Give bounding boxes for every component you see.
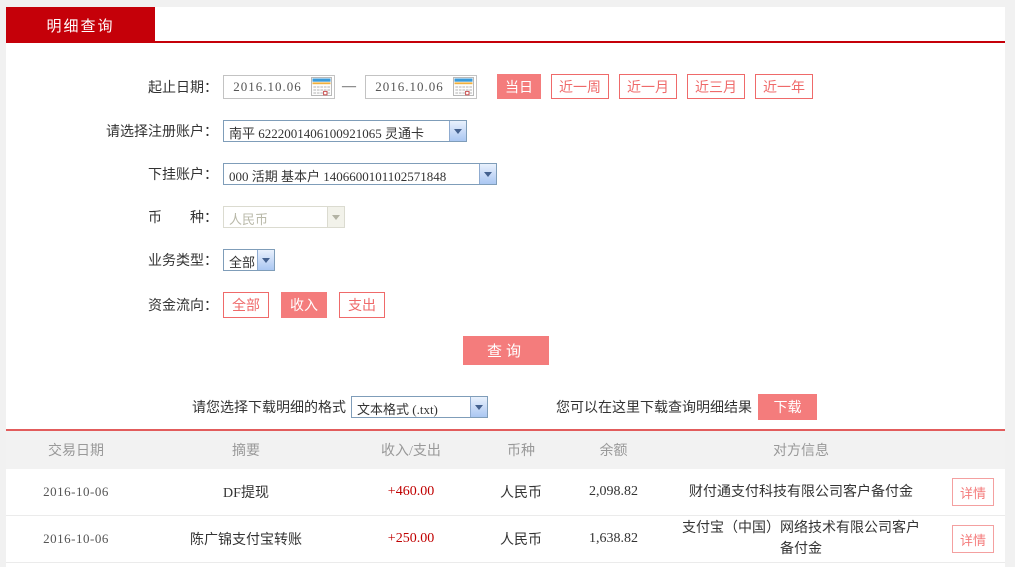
- counterparty-text: 支付宝（中国）网络技术有限公司客户备付金: [676, 518, 926, 560]
- query-form: 起止日期： 2016.10.06: [6, 43, 1005, 420]
- cell-currency: 人民币: [476, 529, 566, 549]
- sub-account-value: 000 活期 基本户 1406600101102571848: [224, 164, 479, 184]
- range-quarter-button[interactable]: 近三月: [687, 74, 745, 99]
- start-date-input[interactable]: 2016.10.06: [223, 75, 335, 99]
- cell-currency: 人民币: [476, 482, 566, 502]
- table-row: 2016-10-06 陈广锦支付宝转账 +250.00 人民币 1,638.82…: [6, 516, 1005, 563]
- end-date-input[interactable]: 2016.10.06: [365, 75, 477, 99]
- range-week-button[interactable]: 近一周: [551, 74, 609, 99]
- registered-account-label: 请选择注册账户：: [6, 121, 218, 141]
- registered-account-row: 请选择注册账户： 南平 6222001406100921065 灵通卡: [6, 120, 1005, 142]
- date-separator: —: [342, 79, 356, 95]
- detail-button[interactable]: 详情: [952, 478, 994, 506]
- cell-counterparty: 财付通支付科技有限公司客户备付金: [661, 482, 941, 503]
- fund-flow-label: 资金流向：: [6, 295, 218, 315]
- col-header-counterparty: 对方信息: [661, 440, 941, 460]
- cell-summary: DF提现: [146, 482, 346, 502]
- flow-all-button[interactable]: 全部: [223, 292, 269, 318]
- business-type-select[interactable]: 全部: [223, 249, 275, 271]
- cell-date: 2016-10-06: [6, 531, 146, 547]
- range-today-button[interactable]: 当日: [497, 74, 541, 99]
- calendar-icon[interactable]: [311, 77, 332, 96]
- table-row: 2016-10-06 DF提现 +460.00 人民币 2,098.82 财付通…: [6, 469, 1005, 516]
- registered-account-select[interactable]: 南平 6222001406100921065 灵通卡: [223, 120, 467, 142]
- col-header-date: 交易日期: [6, 440, 146, 460]
- detail-button[interactable]: 详情: [952, 525, 994, 553]
- col-header-summary: 摘要: [146, 440, 346, 460]
- start-date-value: 2016.10.06: [224, 79, 311, 95]
- sub-account-select[interactable]: 000 活期 基本户 1406600101102571848: [223, 163, 497, 185]
- cell-summary: 陈广锦支付宝转账: [146, 529, 346, 549]
- chevron-down-icon: [470, 397, 487, 417]
- calendar-icon[interactable]: [453, 77, 474, 96]
- page: 明细查询 起止日期： 2016.10.06: [0, 0, 1015, 567]
- currency-value: 人民币: [224, 207, 327, 227]
- download-format-label: 请您选择下载明细的格式: [192, 397, 346, 417]
- results-table: 交易日期 摘要 收入/支出 币种 余额 对方信息 2016-10-06 DF提现…: [6, 429, 1005, 563]
- cell-date: 2016-10-06: [6, 484, 146, 500]
- counterparty-text: 财付通支付科技有限公司客户备付金: [689, 482, 913, 503]
- cell-amount: +460.00: [346, 484, 476, 500]
- tab-bar: 明细查询: [6, 7, 1005, 43]
- flow-expense-button[interactable]: 支出: [339, 292, 385, 318]
- currency-label: 币 种：: [6, 207, 218, 227]
- table-header-row: 交易日期 摘要 收入/支出 币种 余额 对方信息: [6, 431, 1005, 469]
- currency-select: 人民币: [223, 206, 345, 228]
- main-panel: 明细查询 起止日期： 2016.10.06: [6, 7, 1005, 567]
- business-type-row: 业务类型： 全部: [6, 249, 1005, 271]
- range-month-button[interactable]: 近一月: [619, 74, 677, 99]
- registered-account-value: 南平 6222001406100921065 灵通卡: [224, 121, 449, 141]
- tab-detail-query[interactable]: 明细查询: [6, 7, 155, 43]
- business-type-value: 全部: [224, 250, 257, 270]
- chevron-down-icon: [257, 250, 274, 270]
- end-date-value: 2016.10.06: [366, 79, 453, 95]
- chevron-down-icon: [327, 207, 344, 227]
- cell-balance: 2,098.82: [566, 484, 661, 500]
- currency-row: 币 种： 人民币: [6, 206, 1005, 228]
- fund-flow-row: 资金流向： 全部 收入 支出: [6, 292, 1005, 318]
- download-button[interactable]: 下载: [758, 394, 817, 420]
- col-header-currency: 币种: [476, 440, 566, 460]
- download-format-select[interactable]: 文本格式 (.txt): [351, 396, 488, 418]
- sub-account-row: 下挂账户： 000 活期 基本户 1406600101102571848: [6, 163, 1005, 185]
- range-year-button[interactable]: 近一年: [755, 74, 813, 99]
- download-row: 请您选择下载明细的格式 文本格式 (.txt) 您可以在这里下载查询明细结果 下…: [6, 394, 1005, 420]
- chevron-down-icon: [479, 164, 496, 184]
- download-hint: 您可以在这里下载查询明细结果: [556, 397, 752, 417]
- flow-income-button[interactable]: 收入: [281, 292, 327, 318]
- chevron-down-icon: [449, 121, 466, 141]
- date-range-label: 起止日期：: [6, 77, 218, 97]
- business-type-label: 业务类型：: [6, 250, 218, 270]
- cell-balance: 1,638.82: [566, 531, 661, 547]
- download-format-value: 文本格式 (.txt): [352, 397, 470, 417]
- col-header-balance: 余额: [566, 440, 661, 460]
- sub-account-label: 下挂账户：: [6, 164, 218, 184]
- cell-counterparty: 支付宝（中国）网络技术有限公司客户备付金: [661, 518, 941, 560]
- date-range-row: 起止日期： 2016.10.06: [6, 74, 1005, 99]
- cell-amount: +250.00: [346, 531, 476, 547]
- col-header-amount: 收入/支出: [346, 440, 476, 460]
- query-button[interactable]: 查询: [463, 336, 549, 365]
